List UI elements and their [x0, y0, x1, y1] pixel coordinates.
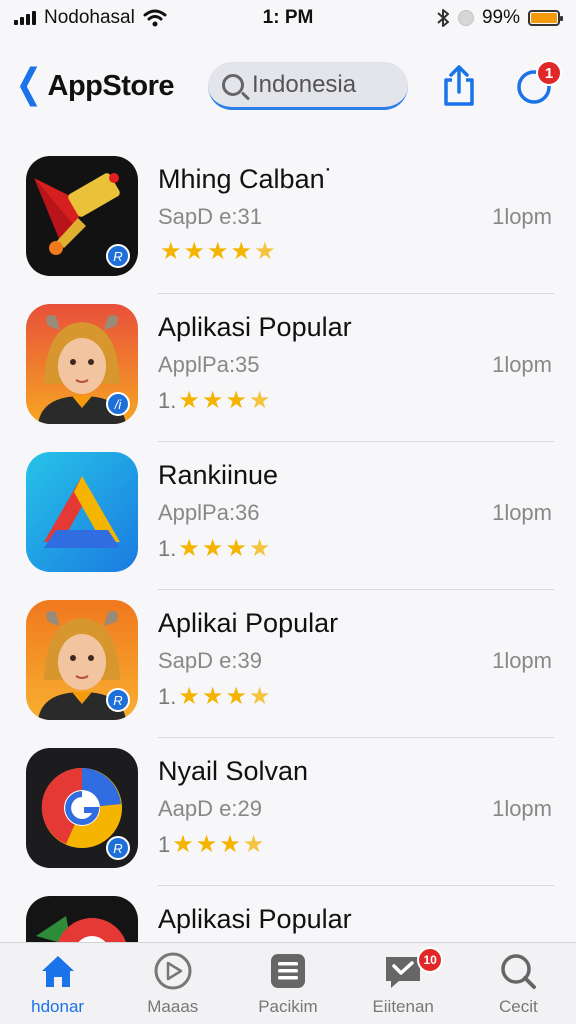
app-row[interactable]: Rankiinue ApplPa:36 1lopm 1. ★ ★ ★ ★ — [0, 442, 576, 590]
star-icon: ★ — [201, 683, 224, 710]
app-subtitle: SapD e:39 — [158, 648, 262, 673]
app-rating: 1 ★ ★ ★ ★ — [158, 832, 264, 858]
app-title: Mhing Calban˙ — [158, 164, 334, 194]
app-time: 1lopm — [492, 204, 552, 229]
star-icon: ★ — [195, 831, 218, 858]
app-row[interactable]: R Mhing Calban˙ SapD e:31 1lopm ★ ★ ★ ★ … — [0, 146, 576, 294]
verified-badge-icon: R — [106, 688, 130, 712]
app-rating: 1. ★ ★ ★ ★ — [158, 684, 270, 710]
app-row[interactable]: R Nyail Solvan AapD e:29 1lopm 1 ★ ★ ★ ★ — [0, 738, 576, 886]
bluetooth-icon — [437, 9, 449, 27]
back-button[interactable]: ❮ AppStore — [12, 64, 175, 104]
search-field[interactable] — [208, 62, 409, 110]
tab-messages[interactable]: Eiitenan 10 — [347, 947, 459, 1017]
play-icon — [154, 952, 192, 990]
half-star-icon: ★ — [242, 831, 265, 858]
app-subtitle: ApplPa:35 — [158, 352, 260, 377]
verified-badge-icon: R — [106, 244, 130, 268]
tab-label: Eiitenan — [372, 997, 434, 1016]
app-rating: 1. ★ ★ ★ ★ — [158, 388, 270, 414]
tab-label: Maaas — [147, 997, 199, 1016]
star-icon: ★ — [219, 831, 241, 858]
nav-bar: ❮ AppStore 1 — [0, 52, 576, 120]
app-time: 1lopm — [492, 796, 552, 821]
avatar-girl-icon: R — [26, 600, 138, 720]
star-icon: ★ — [225, 683, 247, 710]
status-bar: Nodohasal 1: PM 99% — [0, 0, 576, 36]
star-icon: ★ — [172, 831, 194, 858]
share-icon[interactable] — [440, 64, 478, 108]
tab-bar: hdonar Maaas Pacikim Eiitenan 10 Cecit — [0, 942, 576, 1024]
app-subtitle: AapD e:29 — [158, 796, 262, 821]
star-icon: ★ — [178, 535, 200, 562]
tab-play[interactable]: Maaas — [117, 951, 229, 1017]
tab-home[interactable]: hdonar — [2, 951, 114, 1017]
megaphone-icon: R — [26, 156, 138, 276]
app-row[interactable]: R Aplikai Popular SapD e:39 1lopm 1. ★ ★… — [0, 590, 576, 738]
status-left: Nodohasal — [14, 7, 167, 29]
star-icon: ★ — [207, 238, 229, 265]
app-rating: 1. ★ ★ ★ ★ — [158, 536, 270, 562]
status-right: 99% — [436, 7, 563, 29]
avatar-girl-icon: /i — [26, 304, 138, 424]
star-icon: ★ — [201, 387, 224, 414]
app-subtitle: ApplPa:36 — [158, 500, 260, 525]
star-icon: ★ — [225, 387, 247, 414]
star-icon: ★ — [178, 683, 200, 710]
tab-list[interactable]: Pacikim — [232, 951, 344, 1017]
verified-badge-icon: R — [106, 836, 130, 860]
rating-prefix: 1. — [158, 684, 177, 709]
app-row[interactable]: /i Aplikasi Popular ApplPa:35 1lopm 1. ★… — [0, 294, 576, 442]
half-star-icon: ★ — [248, 535, 271, 562]
app-title: Nyail Solvan — [158, 756, 309, 786]
star-icon: ★ — [178, 387, 200, 414]
verified-badge-icon: /i — [106, 392, 130, 416]
home-icon — [41, 956, 74, 987]
battery-percent: 99% — [481, 7, 520, 28]
carrier-name: Nodohasal — [44, 7, 135, 28]
half-star-icon: ★ — [248, 683, 271, 710]
app-rating: ★ ★ ★ ★ ★ — [158, 240, 276, 264]
tab-badge: 10 — [417, 947, 444, 973]
tab-search[interactable]: Cecit — [462, 951, 574, 1017]
rating-prefix: 1 — [158, 832, 171, 857]
tab-label: Pacikim — [258, 997, 318, 1016]
app-title: Aplikasi Popular — [158, 904, 352, 934]
rating-prefix: 1. — [158, 388, 177, 413]
chevron-left-icon: ❮ — [15, 62, 43, 106]
wifi-icon — [143, 9, 167, 27]
battery-icon — [528, 10, 563, 26]
notification-badge: 1 — [536, 60, 562, 86]
signal-icon — [14, 11, 36, 25]
star-icon: ★ — [160, 238, 182, 265]
half-star-icon: ★ — [248, 387, 271, 414]
moon-icon — [457, 10, 474, 26]
list-icon — [270, 954, 305, 988]
drive-triangle-icon — [26, 452, 138, 572]
star-icon: ★ — [225, 535, 247, 562]
tab-label: Cecit — [498, 997, 538, 1016]
star-icon: ★ — [230, 238, 253, 265]
star-icon: ★ — [201, 535, 224, 562]
app-title: Rankiinue — [158, 460, 279, 490]
back-label: AppStore — [47, 69, 175, 102]
search-icon — [222, 73, 245, 96]
app-list: R Mhing Calban˙ SapD e:31 1lopm ★ ★ ★ ★ … — [0, 146, 576, 1024]
chrome-g-icon: R — [26, 748, 138, 868]
search-input[interactable] — [252, 70, 393, 99]
app-subtitle: SapD e:31 — [158, 204, 262, 229]
app-time: 1lopm — [492, 352, 552, 377]
app-time: 1lopm — [492, 648, 552, 673]
app-time: 1lopm — [492, 500, 552, 525]
star-icon: ★ — [183, 238, 206, 265]
battery-fill — [531, 13, 557, 23]
half-star-icon: ★ — [254, 238, 276, 265]
search-icon — [501, 954, 537, 989]
tab-label: hdonar — [31, 997, 85, 1016]
app-title: Aplikasi Popular — [158, 312, 352, 342]
rating-prefix: 1. — [158, 536, 177, 561]
app-title: Aplikai Popular — [158, 608, 339, 638]
